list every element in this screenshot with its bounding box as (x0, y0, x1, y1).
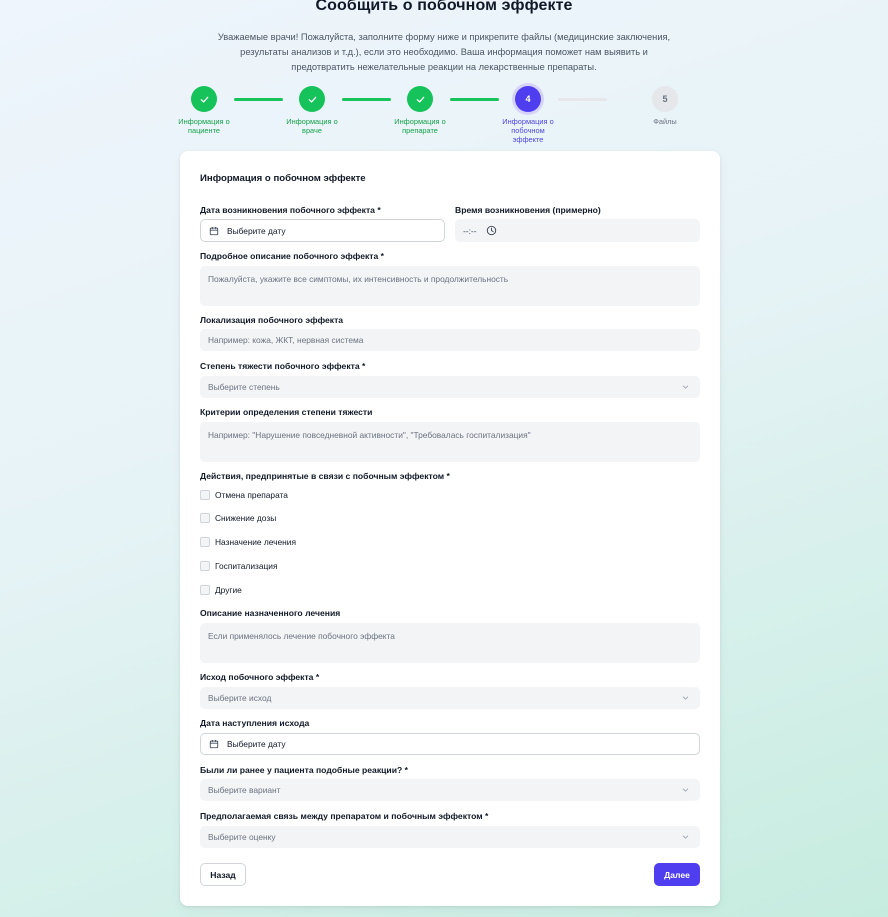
chevron-down-icon (682, 696, 689, 700)
check-icon (191, 86, 217, 112)
previous-reactions-placeholder: Выберите вариант (208, 785, 281, 795)
checkbox[interactable] (200, 537, 210, 547)
page-intro: Уважаемые врачи! Пожалуйста, заполните ф… (217, 32, 671, 72)
checkbox[interactable] (200, 585, 210, 595)
step-number: 5 (652, 86, 678, 112)
severity-select[interactable]: Выберите степень (200, 376, 700, 398)
step-connector (558, 98, 607, 101)
step-number: 4 (515, 86, 541, 112)
onset-time-input[interactable]: --:-- (455, 219, 700, 242)
treatment-description-label: Описание назначенного лечения (200, 608, 341, 618)
previous-reactions-label: Были ли ранее у пациента подобные реакци… (200, 765, 408, 775)
section-title: Информация о побочном эффекте (200, 173, 366, 184)
action-checkbox-hospitalization[interactable]: Госпитализация (200, 561, 278, 571)
previous-reactions-select[interactable]: Выберите вариант (200, 779, 700, 801)
stepper: Информация о пациенте Информация о враче… (0, 86, 888, 150)
step-files[interactable]: 5 Файлы (635, 86, 695, 126)
severity-criteria-textarea[interactable]: Например: "Нарушение повседневной активн… (200, 422, 700, 462)
step-label: Информация о побочном эффекте (502, 117, 554, 144)
actions-label: Действия, предпринятые в связи с побочны… (200, 471, 450, 481)
outcome-select[interactable]: Выберите исход (200, 687, 700, 709)
onset-time-label: Время возникновения (примерно) (455, 205, 601, 215)
localization-input[interactable]: Например: кожа, ЖКТ, нервная система (200, 329, 700, 351)
chevron-down-icon (682, 385, 689, 389)
causality-placeholder: Выберите оценку (208, 832, 276, 842)
action-checkbox-drug-withdrawal[interactable]: Отмена препарата (200, 490, 288, 500)
checkbox-label: Отмена препарата (215, 490, 288, 500)
localization-label: Локализация побочного эффекта (200, 315, 344, 325)
form-card: Информация о побочном эффекте Дата возни… (180, 151, 720, 906)
page-title: Сообщить о побочном эффекте (315, 0, 573, 14)
treatment-description-placeholder: Если применялось лечение побочного эффек… (208, 631, 395, 641)
step-drug-info[interactable]: Информация о препарате (390, 86, 450, 135)
treatment-description-textarea[interactable]: Если применялось лечение побочного эффек… (200, 623, 700, 663)
chevron-down-icon (682, 835, 689, 839)
severity-placeholder: Выберите степень (208, 382, 280, 392)
step-doctor-info[interactable]: Информация о враче (282, 86, 342, 135)
checkbox[interactable] (200, 561, 210, 571)
severity-criteria-label: Критерии определения степени тяжести (200, 407, 373, 417)
checkbox-label: Другие (215, 585, 242, 595)
step-connector (234, 98, 283, 101)
next-button[interactable]: Далее (654, 863, 700, 886)
outcome-label: Исход побочного эффекта * (200, 672, 320, 682)
checkbox-label: Назначение лечения (215, 537, 296, 547)
check-icon (407, 86, 433, 112)
description-textarea[interactable]: Пожалуйста, укажите все симптомы, их инт… (200, 266, 700, 306)
description-label: Подробное описание побочного эффекта * (200, 251, 384, 261)
outcome-date-picker[interactable]: Выберите дату (200, 733, 700, 755)
step-label: Информация о враче (286, 117, 338, 135)
outcome-placeholder: Выберите исход (208, 693, 272, 703)
calendar-icon (209, 740, 219, 749)
severity-label: Степень тяжести побочного эффекта * (200, 361, 366, 371)
back-button[interactable]: Назад (200, 863, 246, 886)
step-side-effect-info[interactable]: 4 Информация о побочном эффекте (498, 86, 558, 144)
onset-date-label: Дата возникновения побочного эффекта * (200, 205, 381, 215)
step-label: Информация о препарате (394, 117, 446, 135)
outcome-date-label: Дата наступления исхода (200, 718, 310, 728)
step-label: Файлы (653, 117, 677, 126)
step-connector (450, 98, 499, 101)
step-patient-info[interactable]: Информация о пациенте (174, 86, 234, 135)
onset-time-value: --:-- (463, 225, 477, 236)
outcome-date-value: Выберите дату (227, 739, 286, 749)
chevron-down-icon (682, 788, 689, 792)
checkbox[interactable] (200, 513, 210, 523)
description-placeholder: Пожалуйста, укажите все симптомы, их инт… (208, 274, 509, 284)
action-checkbox-treatment[interactable]: Назначение лечения (200, 537, 296, 547)
onset-date-picker[interactable]: Выберите дату (200, 219, 445, 242)
causality-label: Предполагаемая связь между препаратом и … (200, 811, 489, 821)
localization-placeholder: Например: кожа, ЖКТ, нервная система (208, 335, 364, 345)
check-icon (299, 86, 325, 112)
calendar-icon (209, 226, 219, 235)
onset-date-value: Выберите дату (227, 225, 286, 236)
causality-select[interactable]: Выберите оценку (200, 826, 700, 848)
action-checkbox-other[interactable]: Другие (200, 585, 242, 595)
checkbox-label: Снижение дозы (215, 513, 277, 523)
action-checkbox-dose-reduction[interactable]: Снижение дозы (200, 513, 276, 523)
severity-criteria-placeholder: Например: "Нарушение повседневной активн… (208, 430, 531, 440)
checkbox[interactable] (200, 490, 210, 500)
step-label: Информация о пациенте (178, 117, 230, 135)
clock-icon[interactable] (486, 225, 497, 236)
step-connector (342, 98, 391, 101)
checkbox-label: Госпитализация (215, 561, 278, 571)
